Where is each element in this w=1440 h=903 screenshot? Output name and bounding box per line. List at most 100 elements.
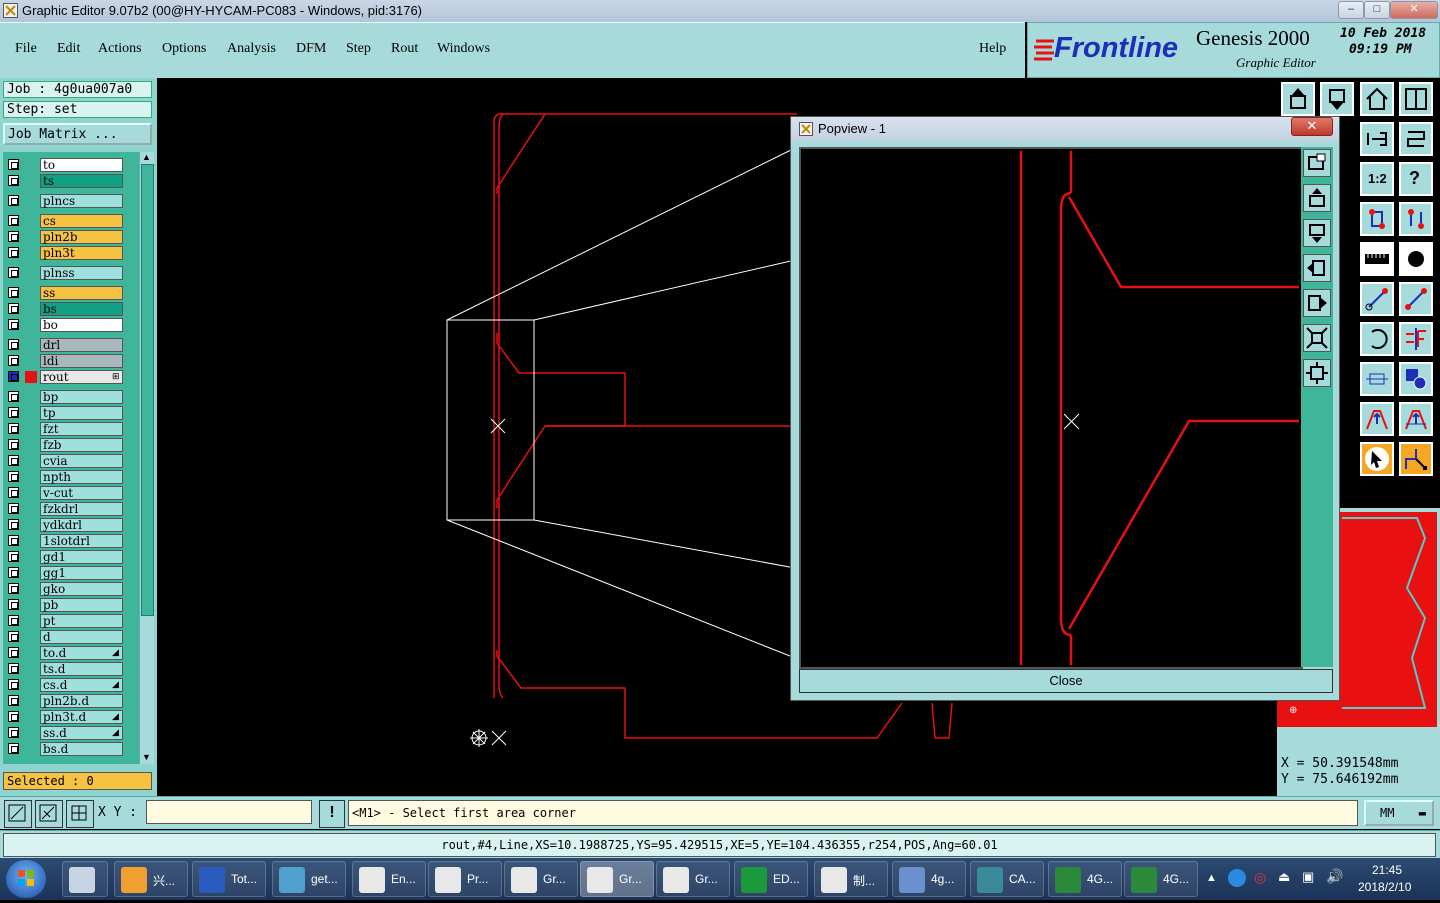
layer-row-cs[interactable]: cs bbox=[8, 214, 128, 229]
menu-step[interactable]: Step bbox=[346, 41, 371, 57]
layer-row-pln2b[interactable]: pln2b bbox=[8, 230, 128, 245]
popview-tool-5[interactable] bbox=[1303, 289, 1331, 317]
layer-row-fzb[interactable]: fzb bbox=[8, 438, 128, 453]
layer-checkbox[interactable] bbox=[8, 615, 19, 626]
taskbar-item[interactable]: 4g... bbox=[892, 861, 966, 897]
taskbar-item[interactable]: get... bbox=[272, 861, 346, 897]
layer-row-cvia[interactable]: cvia bbox=[8, 454, 128, 469]
popview-tool-4[interactable] bbox=[1303, 254, 1331, 282]
tool-net-button[interactable] bbox=[1360, 202, 1394, 236]
scroll-down-icon[interactable]: ▼ bbox=[142, 752, 151, 762]
layer-checkbox[interactable] bbox=[8, 423, 19, 434]
layer-checkbox[interactable] bbox=[8, 159, 19, 170]
layer-checkbox[interactable] bbox=[8, 519, 19, 530]
popview-tool-2[interactable] bbox=[1303, 184, 1331, 212]
menu-file[interactable]: File bbox=[15, 41, 37, 57]
layer-checkbox[interactable] bbox=[8, 247, 19, 258]
tool-measure-button[interactable] bbox=[1360, 362, 1394, 396]
menu-edit[interactable]: Edit bbox=[57, 41, 80, 57]
menu-help[interactable]: Help bbox=[979, 41, 1006, 57]
layer-checkbox[interactable] bbox=[8, 663, 19, 674]
close-window-button[interactable]: ✕ bbox=[1390, 1, 1438, 19]
layer-row-ts-d[interactable]: ts.d bbox=[8, 662, 128, 677]
layer-row-gd1[interactable]: gd1 bbox=[8, 550, 128, 565]
pick-mode-button-3[interactable] bbox=[66, 800, 94, 828]
layer-checkbox[interactable] bbox=[8, 727, 19, 738]
tool-window-button[interactable] bbox=[1399, 82, 1433, 116]
taskbar-item[interactable]: CA... bbox=[970, 861, 1044, 897]
layer-row-d[interactable]: d bbox=[8, 630, 128, 645]
tool-arrow-up-button[interactable] bbox=[1360, 402, 1394, 436]
layer-row-drl[interactable]: drl bbox=[8, 338, 128, 353]
tray-network-icon[interactable]: ▣ bbox=[1302, 869, 1314, 885]
layer-row-plnss[interactable]: plnss bbox=[8, 266, 128, 281]
layer-checkbox[interactable] bbox=[8, 599, 19, 610]
layer-row-to[interactable]: to bbox=[8, 158, 128, 173]
taskbar-item[interactable]: Pr... bbox=[428, 861, 502, 897]
menu-options[interactable]: Options bbox=[162, 41, 206, 57]
popview-close-button[interactable]: Close bbox=[799, 669, 1333, 693]
tray-app-icon[interactable] bbox=[1228, 869, 1246, 887]
layer-checkbox[interactable] bbox=[8, 231, 19, 242]
tray-usb-icon[interactable]: ⏏ bbox=[1278, 869, 1290, 885]
layer-row-pln3t-d[interactable]: pln3t.d ◢ bbox=[8, 710, 128, 725]
layer-checkbox[interactable] bbox=[8, 487, 19, 498]
layer-row-ts[interactable]: ts bbox=[8, 174, 128, 189]
tool-net2-button[interactable] bbox=[1399, 202, 1433, 236]
taskbar-item[interactable]: Gr... bbox=[656, 861, 730, 897]
layer-row-pt[interactable]: pt bbox=[8, 614, 128, 629]
taskbar-item[interactable]: 制... bbox=[814, 861, 888, 897]
tool-pad-button[interactable] bbox=[1399, 242, 1433, 276]
layer-row-pb[interactable]: pb bbox=[8, 598, 128, 613]
taskbar-item[interactable]: Tot... bbox=[192, 861, 266, 897]
layer-scrollbar[interactable]: ▲ ▼ bbox=[139, 152, 154, 764]
popview-close-x-button[interactable]: ✕ bbox=[1291, 117, 1333, 136]
layer-row-npth[interactable]: npth bbox=[8, 470, 128, 485]
menu-actions[interactable]: Actions bbox=[98, 41, 142, 57]
layer-row-v-cut[interactable]: v-cut bbox=[8, 486, 128, 501]
layer-row-bo[interactable]: bo bbox=[8, 318, 128, 333]
layer-checkbox[interactable] bbox=[8, 175, 19, 186]
tool-redraw-button[interactable] bbox=[1399, 122, 1433, 156]
layer-checkbox[interactable] bbox=[8, 267, 19, 278]
popview-tool-7[interactable] bbox=[1303, 359, 1331, 387]
layer-checkbox[interactable] bbox=[8, 711, 19, 722]
layer-row-cs-d[interactable]: cs.d ◢ bbox=[8, 678, 128, 693]
start-button[interactable] bbox=[6, 860, 46, 898]
taskbar-calc-button[interactable] bbox=[62, 861, 108, 897]
popview-tool-6[interactable] bbox=[1303, 324, 1331, 352]
layer-row-gg1[interactable]: gg1 bbox=[8, 566, 128, 581]
menu-windows[interactable]: Windows bbox=[437, 41, 490, 57]
tray-volume-icon[interactable]: 🔊 bbox=[1326, 868, 1343, 885]
tool-home-button[interactable] bbox=[1360, 82, 1394, 116]
layer-checkbox[interactable] bbox=[8, 679, 19, 690]
taskbar-item[interactable]: Gr... bbox=[504, 861, 578, 897]
popview-canvas[interactable] bbox=[799, 147, 1303, 669]
layer-row-fzkdrl[interactable]: fzkdrl bbox=[8, 502, 128, 517]
tool-help-button[interactable]: ? bbox=[1399, 162, 1433, 196]
layer-checkbox[interactable] bbox=[8, 455, 19, 466]
layer-checkbox[interactable] bbox=[8, 551, 19, 562]
layer-row-ydkdrl[interactable]: ydkdrl bbox=[8, 518, 128, 533]
layer-checkbox[interactable] bbox=[8, 215, 19, 226]
tool-line-button[interactable] bbox=[1360, 282, 1394, 316]
clock-time[interactable]: 21:45 bbox=[1372, 863, 1402, 877]
taskbar-item[interactable]: 4G... bbox=[1124, 861, 1198, 897]
layer-row-tp[interactable]: tp bbox=[8, 406, 128, 421]
layer-checkbox[interactable] bbox=[8, 695, 19, 706]
layer-checkbox[interactable] bbox=[8, 567, 19, 578]
popview-tool-1[interactable] bbox=[1303, 149, 1331, 177]
layer-checkbox[interactable] bbox=[8, 743, 19, 754]
layer-checkbox[interactable] bbox=[8, 339, 19, 350]
layer-row-ss[interactable]: ss bbox=[8, 286, 128, 301]
layer-checkbox[interactable] bbox=[8, 355, 19, 366]
layer-checkbox[interactable] bbox=[8, 407, 19, 418]
layer-row-gko[interactable]: gko bbox=[8, 582, 128, 597]
tray-expand-icon[interactable]: ▲ bbox=[1206, 872, 1217, 884]
taskbar-item[interactable]: Gr... bbox=[580, 861, 654, 897]
tool-down-button[interactable] bbox=[1320, 82, 1354, 116]
layer-checkbox[interactable] bbox=[8, 535, 19, 546]
layer-row-ss-d[interactable]: ss.d ◢ bbox=[8, 726, 128, 741]
clock-date[interactable]: 2018/2/10 bbox=[1358, 880, 1411, 894]
layer-checkbox[interactable] bbox=[8, 371, 19, 382]
